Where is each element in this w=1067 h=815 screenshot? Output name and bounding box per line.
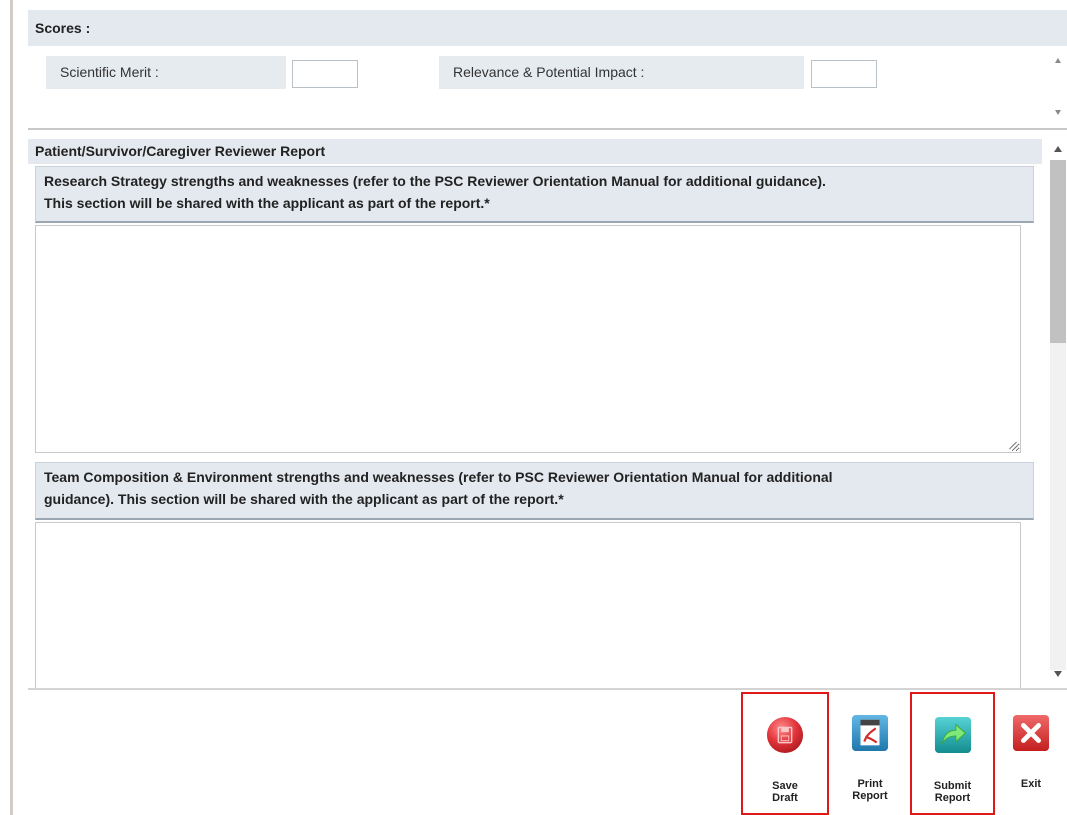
label-line: Save [772,780,798,792]
save-draft-label: Save Draft [743,780,827,804]
save-icon [766,716,804,754]
scores-header: Scores : [28,10,1067,46]
research-strategy-question: Research Strategy strengths and weakness… [35,166,1034,223]
report-title: Patient/Survivor/Caregiver Reviewer Repo… [28,139,1042,164]
reviewer-report-panel: Patient/Survivor/Caregiver Reviewer Repo… [28,130,1067,688]
question-line: This section will be shared with the app… [44,195,490,211]
label-line: Submit [933,780,972,792]
question-line: Research Strategy strengths and weakness… [44,173,826,189]
report-bottom-border [28,688,1067,690]
label-line: Report [934,792,971,804]
scores-scrollbar[interactable] [1049,46,1067,128]
question-line: guidance). This section will be shared w… [44,491,564,507]
question-line: Team Composition & Environment strengths… [44,469,833,485]
scrollbar-thumb[interactable] [1050,160,1066,343]
resize-grip-icon[interactable] [1009,441,1017,449]
scores-title: Scores : [35,20,91,36]
scientific-merit-label: Scientific Merit : [46,56,286,89]
scores-panel: Scientific Merit : Relevance & Potential… [28,46,1067,128]
close-icon [1012,714,1050,752]
team-composition-textarea[interactable] [35,522,1021,688]
scroll-up-icon[interactable] [1054,146,1062,152]
relevance-impact-input[interactable] [811,60,877,88]
label-line: Exit [1020,778,1042,790]
research-strategy-textarea[interactable] [35,225,1021,453]
label-line: Print [857,778,883,790]
exit-button[interactable]: Exit [1000,692,1062,815]
report-scrollbar[interactable] [1049,130,1067,688]
scroll-down-icon[interactable] [1055,110,1061,115]
left-border [10,0,13,815]
relevance-impact-label: Relevance & Potential Impact : [439,56,804,89]
scroll-down-icon[interactable] [1054,671,1062,677]
label-line: Report [852,790,888,802]
pdf-icon [851,714,889,752]
scroll-up-icon[interactable] [1055,58,1061,63]
submit-report-label: Submit Report [912,780,993,804]
forward-arrow-icon [934,716,971,754]
print-report-label: Print Report [831,778,909,802]
submit-report-button[interactable]: Submit Report [910,692,995,815]
save-draft-button[interactable]: Save Draft [741,692,829,815]
label-line: Draft [772,792,798,804]
exit-label: Exit [1000,778,1062,790]
print-report-button[interactable]: Print Report [831,692,909,815]
scientific-merit-input[interactable] [292,60,358,88]
team-composition-question: Team Composition & Environment strengths… [35,462,1034,520]
